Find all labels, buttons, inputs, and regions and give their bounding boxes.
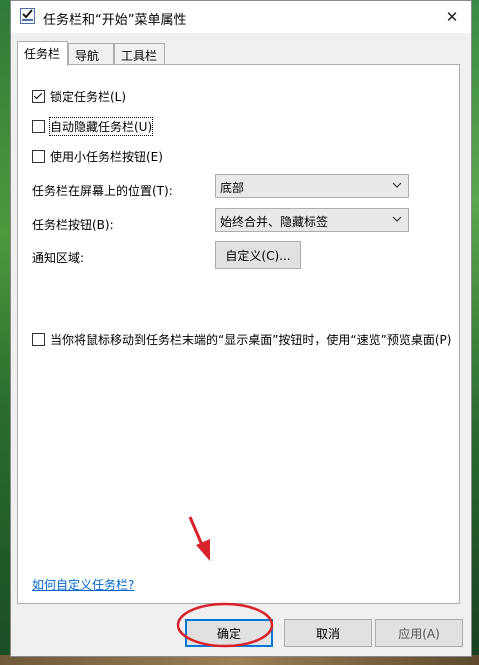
close-button[interactable]: ✕ [433,1,471,33]
taskbar-buttons-select[interactable]: 始终合并、隐藏标签 [215,208,409,232]
peek-desktop-checkbox[interactable] [32,333,45,346]
close-icon: ✕ [445,8,459,26]
lock-taskbar-label: 锁定任务栏(L) [50,90,127,104]
title-bar: 任务栏和“开始”菜单属性 ✕ [11,1,471,33]
taskbar-buttons-value: 始终合并、隐藏标签 [220,215,329,229]
annotation-circle-icon [176,602,274,648]
cancel-button[interactable]: 取消 [284,619,372,647]
notification-area-label: 通知区域: [32,251,85,265]
checklist-icon [20,8,35,24]
taskbar-buttons-label: 任务栏按钮(B): [32,218,114,232]
autohide-taskbar-option[interactable]: 自动隐藏任务栏(U) [32,117,154,136]
small-buttons-label: 使用小任务栏按钮(E) [50,150,163,164]
peek-desktop-label: 当你将鼠标移动到任务栏末端的“显示桌面”按钮时，使用“速览”预览桌面(P) [50,333,452,347]
tab-taskbar[interactable]: 任务栏 [17,41,68,66]
small-buttons-option[interactable]: 使用小任务栏按钮(E) [32,148,163,165]
taskbar-tab-panel: 锁定任务栏(L) 自动隐藏任务栏(U) 使用小任务栏按钮(E) 任务栏在屏幕上的… [17,64,460,604]
taskbar-location-select[interactable]: 底部 [215,174,409,198]
autohide-taskbar-label: 自动隐藏任务栏(U) [48,117,154,136]
small-buttons-checkbox[interactable] [32,150,45,163]
help-link[interactable]: 如何自定义任务栏? [32,576,134,593]
lock-taskbar-checkbox[interactable] [32,90,45,103]
taskbar-location-value: 底部 [220,181,245,195]
tab-toolbars[interactable]: 工具栏 [114,43,165,65]
taskbar-location-label: 任务栏在屏幕上的位置(T): [32,184,173,198]
chevron-down-icon [392,216,402,222]
autohide-taskbar-checkbox[interactable] [32,120,45,133]
taskbar-properties-dialog: 任务栏和“开始”菜单属性 ✕ 任务栏 导航 工具栏 锁定任务栏(L) 自动隐藏任… [10,0,472,657]
annotation-arrow-icon [188,516,210,561]
lock-taskbar-option[interactable]: 锁定任务栏(L) [32,88,126,105]
peek-desktop-option[interactable]: 当你将鼠标移动到任务栏末端的“显示桌面”按钮时，使用“速览”预览桌面(P) [32,331,451,348]
customize-button[interactable]: 自定义(C)... [215,241,301,269]
chevron-down-icon [392,182,402,188]
tab-navigation[interactable]: 导航 [68,43,114,65]
window-title: 任务栏和“开始”菜单属性 [43,13,187,28]
apply-button[interactable]: 应用(A) [375,619,463,647]
